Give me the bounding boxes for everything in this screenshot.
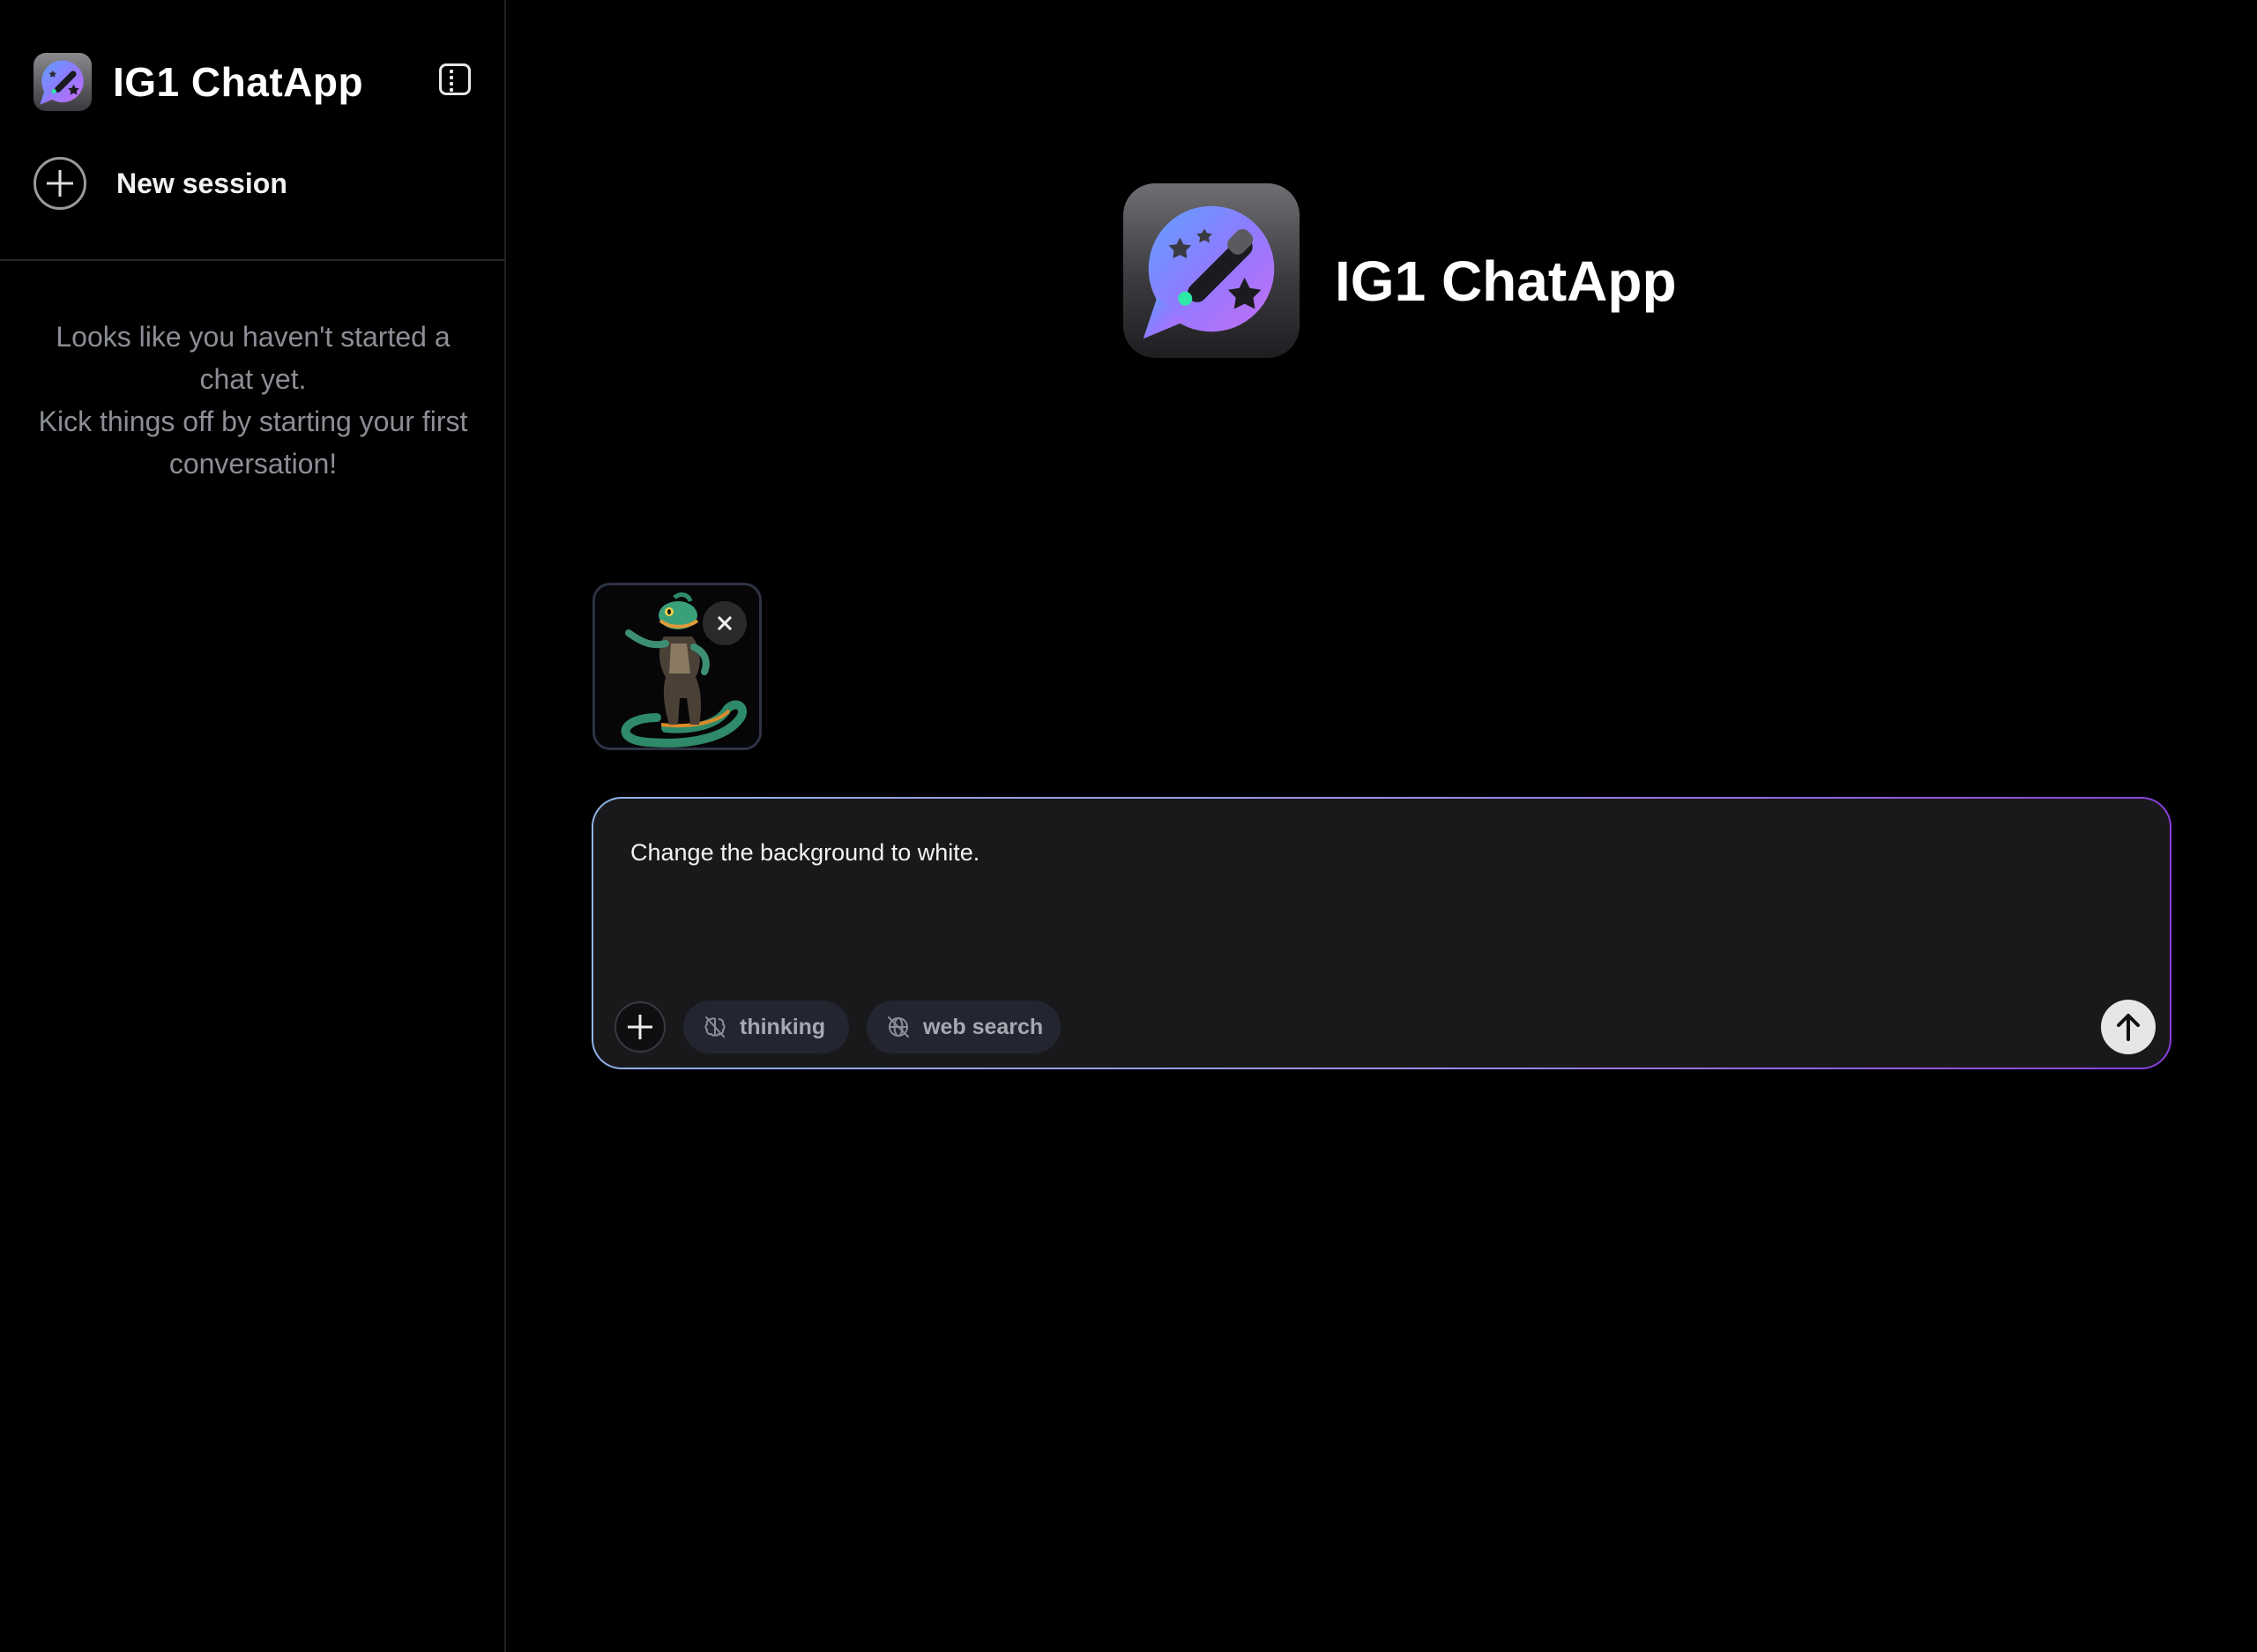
empty-message-line-2: Kick things off by starting your first c… (38, 406, 468, 480)
brand-logo (1123, 183, 1300, 358)
new-session-label: New session (116, 167, 287, 199)
remove-attachment-close-icon[interactable] (703, 601, 747, 645)
magic-wand-chat-icon (1143, 205, 1275, 339)
thinking-toggle[interactable]: thinking (683, 1001, 849, 1053)
web-search-label: web search (923, 1014, 1044, 1039)
sidebar: IG1 ChatApp New session Looks like you h… (0, 0, 506, 1652)
composer: thinking web search (593, 799, 2170, 1068)
sidebar-divider (0, 259, 506, 261)
brand-header: IG1 ChatApp (1123, 183, 1740, 358)
message-input[interactable] (630, 839, 2129, 867)
brand-title: IG1 ChatApp (1335, 249, 1677, 313)
empty-history-message: Looks like you haven't started a chat ye… (35, 316, 471, 485)
brain-off-icon (704, 1016, 726, 1038)
sidebar-toggle-icon[interactable] (439, 63, 471, 95)
app-logo (34, 53, 92, 111)
send-button[interactable] (2101, 1000, 2156, 1054)
sidebar-app-title: IG1 ChatApp (113, 59, 364, 105)
web-search-toggle[interactable]: web search (867, 1001, 1061, 1053)
new-session-button[interactable]: New session (34, 157, 474, 210)
globe-off-icon (888, 1016, 909, 1038)
plus-circle-icon (34, 157, 86, 210)
arrow-up-icon (2117, 1014, 2140, 1041)
add-attachment-button[interactable] (615, 1001, 666, 1053)
thinking-label: thinking (740, 1014, 826, 1039)
empty-message-line-1: Looks like you haven't started a chat ye… (56, 321, 451, 395)
composer-border: thinking web search (592, 797, 2171, 1069)
sidebar-header: IG1 ChatApp (34, 51, 474, 113)
magic-wand-chat-icon (40, 60, 84, 105)
